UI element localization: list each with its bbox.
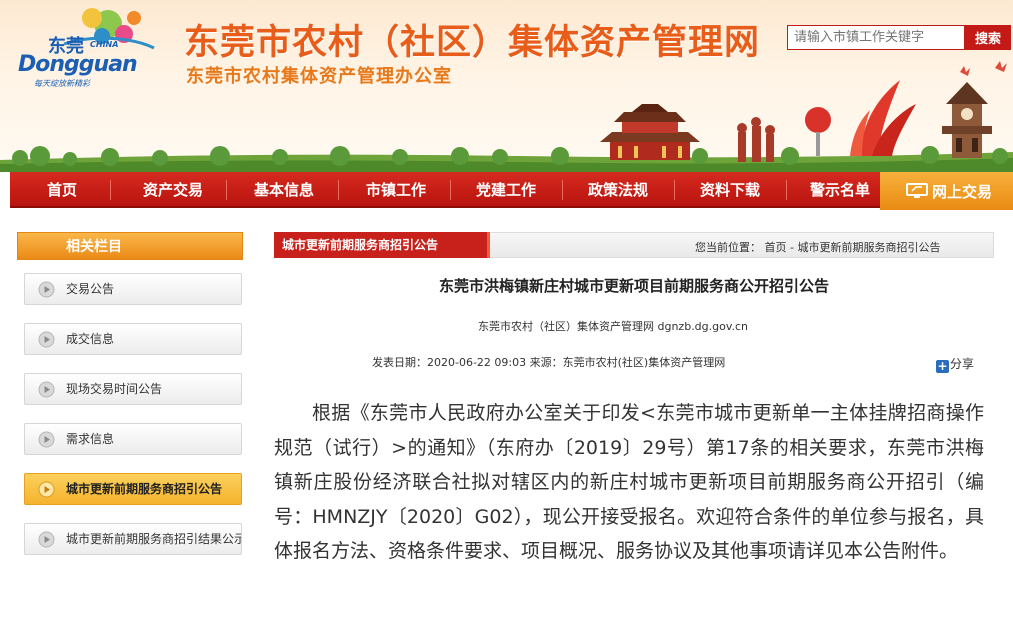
nav-divider	[450, 180, 451, 200]
nav-divider	[110, 180, 111, 200]
sidebar-title: 相关栏目	[17, 232, 243, 260]
site-title: 东莞市农村（社区）集体资产管理网	[184, 23, 761, 63]
monitor-icon	[906, 183, 928, 198]
sidebar-item-deal-info[interactable]: 成交信息	[24, 323, 242, 355]
plus-icon: +	[936, 359, 949, 373]
breadcrumb[interactable]: 您当前位置： 首页 - 城市更新前期服务商招引公告	[695, 239, 940, 255]
nav-divider	[562, 180, 563, 200]
logo-slogan-text: 每天绽放新精彩	[34, 79, 90, 88]
nav-divider	[226, 180, 227, 200]
sidebar-item-label: 成交信息	[66, 332, 115, 346]
logo-china-text: CHINA	[90, 40, 119, 49]
nav-item-policy[interactable]: 政策法规	[572, 172, 664, 208]
nav-divider	[338, 180, 339, 200]
share-button[interactable]: + 分享	[936, 355, 974, 373]
sidebar-item-onsite-schedule[interactable]: 现场交易时间公告	[24, 373, 242, 405]
search-button[interactable]: 搜索	[965, 25, 1011, 50]
dongguan-logo[interactable]: 东莞 CHINA Dongguan 每天绽放新精彩	[4, 4, 164, 100]
nav-item-basic-info[interactable]: 基本信息	[238, 172, 330, 208]
article-org: 东莞市农村（社区）集体资产管理网 dgnzb.dg.gov.cn	[478, 320, 749, 333]
sidebar-item-label: 城市更新前期服务商招引结果公示	[66, 532, 242, 546]
sidebar-item-trade-notice[interactable]: 交易公告	[24, 273, 242, 305]
play-circle-icon	[38, 481, 55, 498]
sidebar-item-renewal-notice[interactable]: 城市更新前期服务商招引公告	[24, 473, 242, 505]
play-circle-icon	[38, 281, 55, 298]
play-circle-icon	[38, 381, 55, 398]
article-meta: 发表日期：2020-06-22 09:03 来源：东莞市农村(社区)集体资产管理…	[372, 356, 726, 369]
main-nav: 首页 资产交易 基本信息 市镇工作 党建工作 政策法规 资料下载 警示名单	[10, 172, 1013, 208]
nav-item-downloads[interactable]: 资料下载	[684, 172, 776, 208]
play-circle-icon	[38, 331, 55, 348]
nav-item-town-work[interactable]: 市镇工作	[350, 172, 442, 208]
sidebar-item-label: 现场交易时间公告	[66, 382, 163, 396]
online-trade-button[interactable]: 网上交易	[880, 172, 1013, 210]
online-trade-label: 网上交易	[932, 183, 993, 201]
site-subtitle: 东莞市农村集体资产管理办公室	[186, 66, 452, 87]
play-circle-icon	[38, 431, 55, 448]
share-label: 分享	[950, 357, 975, 371]
sidebar-item-label: 交易公告	[66, 282, 115, 296]
sidebar-item-renewal-result[interactable]: 城市更新前期服务商招引结果公示	[24, 523, 242, 555]
search-input[interactable]	[787, 25, 965, 50]
nav-item-party-work[interactable]: 党建工作	[460, 172, 552, 208]
nav-item-asset-trade[interactable]: 资产交易	[128, 172, 218, 208]
nav-divider	[786, 180, 787, 200]
sidebar-item-label: 需求信息	[66, 432, 115, 446]
section-tab[interactable]: 城市更新前期服务商招引公告	[274, 232, 490, 258]
sidebar-item-demand-info[interactable]: 需求信息	[24, 423, 242, 455]
nav-item-warning-list[interactable]: 警示名单	[794, 172, 886, 208]
article-body: 根据《东莞市人民政府办公室关于印发<东莞市城市更新单一主体挂牌招商操作规范（试行…	[274, 402, 984, 563]
nav-item-home[interactable]: 首页	[22, 172, 102, 208]
article-title: 东莞市洪梅镇新庄村城市更新项目前期服务商公开招引公告	[438, 277, 829, 295]
play-circle-icon	[38, 531, 55, 548]
logo-en-text: Dongguan	[18, 52, 138, 77]
site-header: 东莞 CHINA Dongguan 每天绽放新精彩 东莞市农村（社区）集体资产管…	[0, 0, 1013, 172]
nav-divider	[674, 180, 675, 200]
sidebar-item-label: 城市更新前期服务商招引公告	[66, 482, 223, 496]
